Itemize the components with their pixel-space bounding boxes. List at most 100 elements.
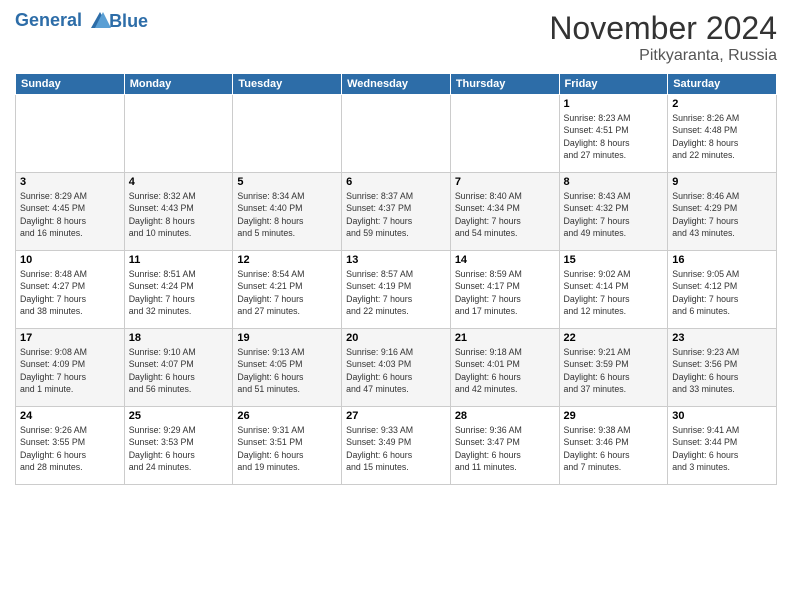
calendar-cell: 14 Sunrise: 8:59 AM Sunset: 4:17 PM Dayli… <box>450 251 559 329</box>
calendar-cell: 23 Sunrise: 9:23 AM Sunset: 3:56 PM Dayli… <box>668 329 777 407</box>
calendar-cell: 4Sunrise: 8:32 AM Sunset: 4:43 PM Daylig… <box>124 173 233 251</box>
calendar-cell: 22Sunrise: 9:21 AM Sunset: 3:59 PM Dayli… <box>559 329 668 407</box>
day-info: Sunrise: 9:08 AM Sunset: 4:09 PM Dayligh… <box>20 346 120 395</box>
calendar-cell: 30Sunrise: 9:41 AM Sunset: 3:44 PM Dayli… <box>668 407 777 485</box>
day-number: 23 <box>672 332 772 344</box>
day-number: 27 <box>346 410 446 422</box>
calendar-cell: 15Sunrise: 9:02 AM Sunset: 4:14 PM Dayli… <box>559 251 668 329</box>
day-info: Sunrise: 9:23 AM Sunset: 3:56 PM Dayligh… <box>672 346 772 395</box>
logo-line2: Blue <box>109 11 148 32</box>
calendar-cell: 21 Sunrise: 9:18 AM Sunset: 4:01 PM Dayli… <box>450 329 559 407</box>
day-info: Sunrise: 8:29 AM Sunset: 4:45 PM Dayligh… <box>20 190 120 239</box>
calendar-cell: 18 Sunrise: 9:10 AM Sunset: 4:07 PM Dayli… <box>124 329 233 407</box>
calendar-cell: 29Sunrise: 9:38 AM Sunset: 3:46 PM Dayli… <box>559 407 668 485</box>
calendar-cell: 7 Sunrise: 8:40 AM Sunset: 4:34 PM Daylig… <box>450 173 559 251</box>
calendar-cell: 26 Sunrise: 9:31 AM Sunset: 3:51 PM Dayli… <box>233 407 342 485</box>
day-number: 19 <box>237 332 337 344</box>
header-tuesday: Tuesday <box>233 74 342 95</box>
day-number: 20 <box>346 332 446 344</box>
day-number: 25 <box>129 410 229 422</box>
calendar-cell: 2 Sunrise: 8:26 AM Sunset: 4:48 PM Daylig… <box>668 95 777 173</box>
header-friday: Friday <box>559 74 668 95</box>
day-info: Sunrise: 9:16 AM Sunset: 4:03 PM Dayligh… <box>346 346 446 395</box>
calendar-cell: 8 Sunrise: 8:43 AM Sunset: 4:32 PM Daylig… <box>559 173 668 251</box>
day-number: 15 <box>564 254 664 266</box>
day-number: 1 <box>564 98 664 110</box>
header-wednesday: Wednesday <box>342 74 451 95</box>
day-number: 22 <box>564 332 664 344</box>
day-info: Sunrise: 9:36 AM Sunset: 3:47 PM Dayligh… <box>455 424 555 473</box>
week-row-1: 1Sunrise: 8:23 AM Sunset: 4:51 PM Daylig… <box>16 95 777 173</box>
calendar-header: Sunday Monday Tuesday Wednesday Thursday… <box>16 74 777 95</box>
logo-line1: General <box>15 10 82 30</box>
logo: General Blue <box>15 10 148 32</box>
week-row-5: 24 Sunrise: 9:26 AM Sunset: 3:55 PM Dayli… <box>16 407 777 485</box>
calendar-cell: 10Sunrise: 8:48 AM Sunset: 4:27 PM Dayli… <box>16 251 125 329</box>
calendar-cell: 28Sunrise: 9:36 AM Sunset: 3:47 PM Dayli… <box>450 407 559 485</box>
day-info: Sunrise: 8:51 AM Sunset: 4:24 PM Dayligh… <box>129 268 229 317</box>
day-info: Sunrise: 9:29 AM Sunset: 3:53 PM Dayligh… <box>129 424 229 473</box>
day-number: 8 <box>564 176 664 188</box>
day-number: 16 <box>672 254 772 266</box>
calendar-cell: 3Sunrise: 8:29 AM Sunset: 4:45 PM Daylig… <box>16 173 125 251</box>
day-info: Sunrise: 8:57 AM Sunset: 4:19 PM Dayligh… <box>346 268 446 317</box>
day-info: Sunrise: 8:46 AM Sunset: 4:29 PM Dayligh… <box>672 190 772 239</box>
day-info: Sunrise: 8:34 AM Sunset: 4:40 PM Dayligh… <box>237 190 337 239</box>
day-info: Sunrise: 8:54 AM Sunset: 4:21 PM Dayligh… <box>237 268 337 317</box>
logo-icon <box>89 10 111 32</box>
week-row-3: 10Sunrise: 8:48 AM Sunset: 4:27 PM Dayli… <box>16 251 777 329</box>
calendar-cell: 11 Sunrise: 8:51 AM Sunset: 4:24 PM Dayli… <box>124 251 233 329</box>
header-saturday: Saturday <box>668 74 777 95</box>
day-info: Sunrise: 9:26 AM Sunset: 3:55 PM Dayligh… <box>20 424 120 473</box>
calendar-cell: 13 Sunrise: 8:57 AM Sunset: 4:19 PM Dayli… <box>342 251 451 329</box>
day-number: 6 <box>346 176 446 188</box>
day-number: 10 <box>20 254 120 266</box>
day-info: Sunrise: 9:31 AM Sunset: 3:51 PM Dayligh… <box>237 424 337 473</box>
calendar-cell: 9 Sunrise: 8:46 AM Sunset: 4:29 PM Daylig… <box>668 173 777 251</box>
calendar-cell: 6Sunrise: 8:37 AM Sunset: 4:37 PM Daylig… <box>342 173 451 251</box>
day-info: Sunrise: 9:18 AM Sunset: 4:01 PM Dayligh… <box>455 346 555 395</box>
calendar-cell <box>450 95 559 173</box>
calendar-cell: 1Sunrise: 8:23 AM Sunset: 4:51 PM Daylig… <box>559 95 668 173</box>
calendar-cell: 27 Sunrise: 9:33 AM Sunset: 3:49 PM Dayli… <box>342 407 451 485</box>
location-title: Pitkyaranta, Russia <box>549 47 777 65</box>
calendar-cell <box>124 95 233 173</box>
day-number: 18 <box>129 332 229 344</box>
day-info: Sunrise: 8:43 AM Sunset: 4:32 PM Dayligh… <box>564 190 664 239</box>
logo-text: General <box>15 10 113 32</box>
day-info: Sunrise: 8:40 AM Sunset: 4:34 PM Dayligh… <box>455 190 555 239</box>
month-title: November 2024 <box>549 10 777 47</box>
day-info: Sunrise: 8:59 AM Sunset: 4:17 PM Dayligh… <box>455 268 555 317</box>
day-number: 30 <box>672 410 772 422</box>
day-number: 2 <box>672 98 772 110</box>
day-info: Sunrise: 8:26 AM Sunset: 4:48 PM Dayligh… <box>672 112 772 161</box>
header-monday: Monday <box>124 74 233 95</box>
calendar-cell: 20 Sunrise: 9:16 AM Sunset: 4:03 PM Dayli… <box>342 329 451 407</box>
day-number: 9 <box>672 176 772 188</box>
calendar-cell: 5 Sunrise: 8:34 AM Sunset: 4:40 PM Daylig… <box>233 173 342 251</box>
day-info: Sunrise: 9:33 AM Sunset: 3:49 PM Dayligh… <box>346 424 446 473</box>
day-number: 21 <box>455 332 555 344</box>
calendar-cell: 25 Sunrise: 9:29 AM Sunset: 3:53 PM Dayli… <box>124 407 233 485</box>
day-info: Sunrise: 9:10 AM Sunset: 4:07 PM Dayligh… <box>129 346 229 395</box>
day-number: 4 <box>129 176 229 188</box>
calendar-cell: 24 Sunrise: 9:26 AM Sunset: 3:55 PM Dayli… <box>16 407 125 485</box>
day-number: 13 <box>346 254 446 266</box>
title-block: November 2024 Pitkyaranta, Russia <box>549 10 777 65</box>
day-number: 24 <box>20 410 120 422</box>
weekday-header-row: Sunday Monday Tuesday Wednesday Thursday… <box>16 74 777 95</box>
calendar-cell: 19 Sunrise: 9:13 AM Sunset: 4:05 PM Dayli… <box>233 329 342 407</box>
calendar-body: 1Sunrise: 8:23 AM Sunset: 4:51 PM Daylig… <box>16 95 777 485</box>
header-sunday: Sunday <box>16 74 125 95</box>
day-number: 26 <box>237 410 337 422</box>
day-number: 14 <box>455 254 555 266</box>
day-number: 29 <box>564 410 664 422</box>
day-info: Sunrise: 9:13 AM Sunset: 4:05 PM Dayligh… <box>237 346 337 395</box>
day-number: 11 <box>129 254 229 266</box>
day-number: 7 <box>455 176 555 188</box>
day-info: Sunrise: 9:05 AM Sunset: 4:12 PM Dayligh… <box>672 268 772 317</box>
day-number: 12 <box>237 254 337 266</box>
day-number: 17 <box>20 332 120 344</box>
day-number: 5 <box>237 176 337 188</box>
calendar-table: Sunday Monday Tuesday Wednesday Thursday… <box>15 73 777 485</box>
